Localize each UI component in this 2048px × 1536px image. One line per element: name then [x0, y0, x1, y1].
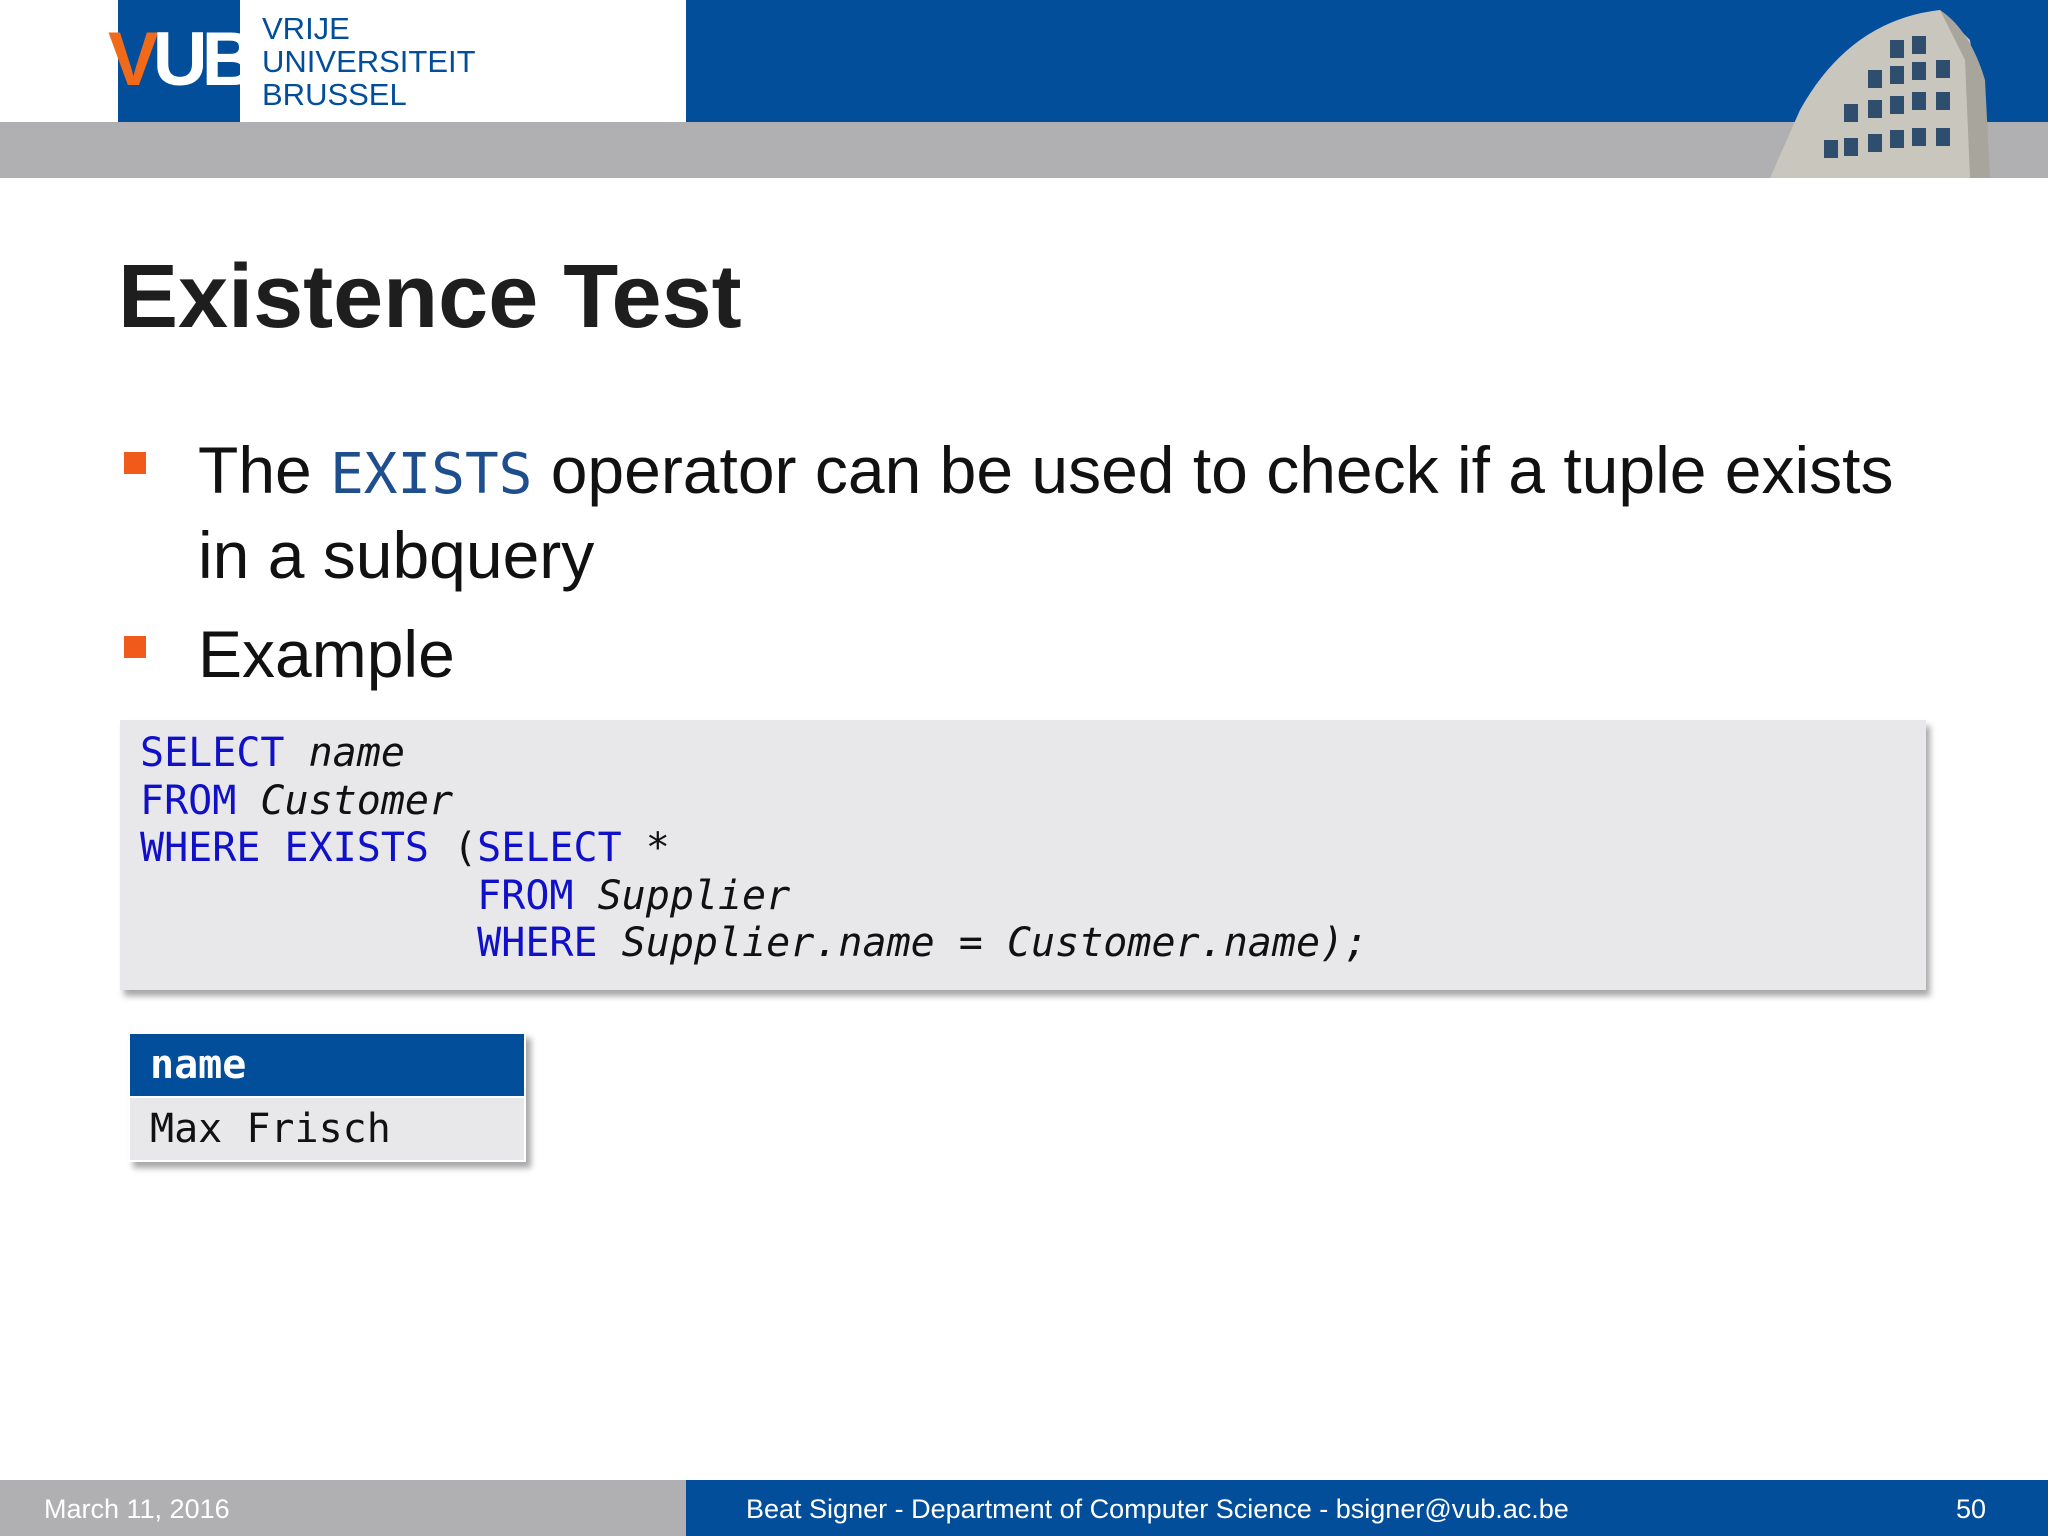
- code-line-3: WHERE EXISTS (SELECT *: [140, 825, 670, 871]
- university-name: VRIJE UNIVERSITEIT BRUSSEL: [262, 11, 476, 112]
- footer-author: Beat Signer - Department of Computer Sci…: [746, 1494, 1569, 1524]
- table-header-row: name: [128, 1032, 526, 1098]
- bullet-text: The EXISTS operator can be used to check…: [198, 433, 1894, 592]
- slide-title: Existence Test: [118, 247, 742, 347]
- footer-date: March 11, 2016: [44, 1494, 230, 1524]
- code-line-2: FROM Customer: [140, 777, 454, 824]
- sql-code: SELECT name FROM Customer WHERE EXISTS (…: [140, 730, 1368, 968]
- vub-logo-icon: VUB: [108, 17, 256, 102]
- code-line-5: WHERE Supplier.name = Customer.name);: [477, 920, 1369, 966]
- bullet-square-icon: [124, 452, 146, 474]
- code-line-1: SELECT name: [140, 730, 405, 776]
- footer-page-number: 50: [1955, 1494, 1986, 1524]
- table-row: Max Frisch: [128, 1096, 526, 1162]
- sql-code-block: SELECT name FROM Customer WHERE EXISTS (…: [120, 720, 1926, 990]
- bullet-square-icon: [124, 636, 146, 658]
- code-line-4: FROM Supplier: [477, 872, 791, 919]
- result-table: name Max Frisch: [128, 1032, 526, 1162]
- table-cell: Max Frisch: [128, 1096, 526, 1162]
- bullet-text: Example: [198, 617, 455, 691]
- exists-keyword: EXISTS: [330, 442, 533, 507]
- building-photo-icon: [1770, 10, 1990, 178]
- table-header-name: name: [128, 1032, 526, 1098]
